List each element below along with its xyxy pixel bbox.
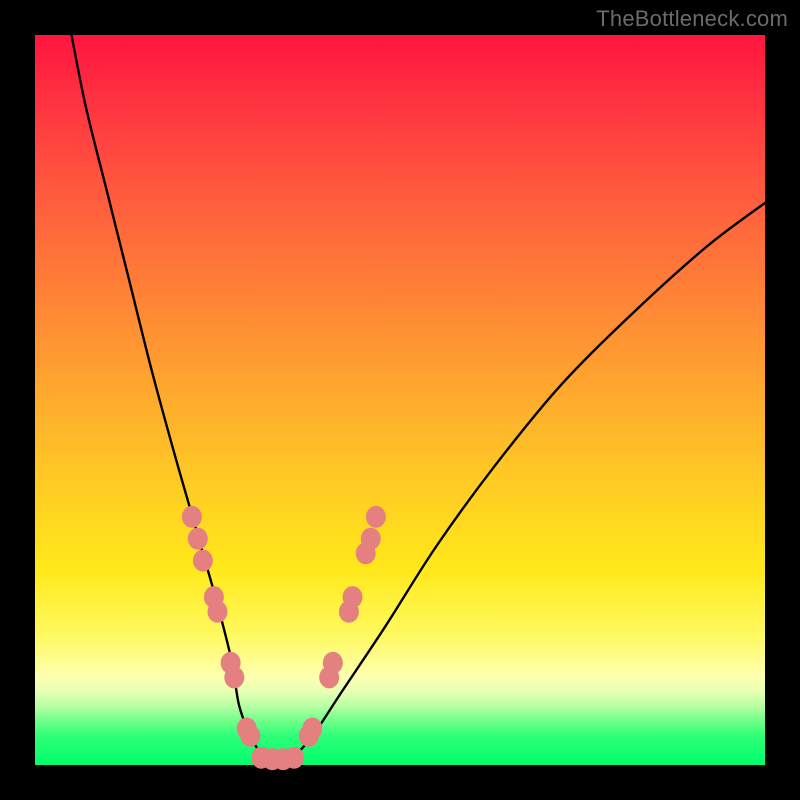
chart-container: TheBottleneck.com <box>0 0 800 800</box>
curve-svg <box>35 35 765 765</box>
data-marker <box>182 506 202 528</box>
marker-group <box>182 506 386 770</box>
data-marker <box>193 550 213 572</box>
data-marker <box>343 586 363 608</box>
data-marker <box>302 718 322 740</box>
data-marker <box>188 528 208 550</box>
data-marker <box>240 725 260 747</box>
data-marker <box>208 601 228 623</box>
watermark-text: TheBottleneck.com <box>596 6 788 32</box>
data-marker <box>361 528 381 550</box>
data-marker <box>323 652 343 674</box>
data-marker <box>224 666 244 688</box>
plot-area <box>35 35 765 765</box>
data-marker <box>284 747 304 769</box>
bottleneck-curve <box>72 35 766 760</box>
data-marker <box>366 506 386 528</box>
